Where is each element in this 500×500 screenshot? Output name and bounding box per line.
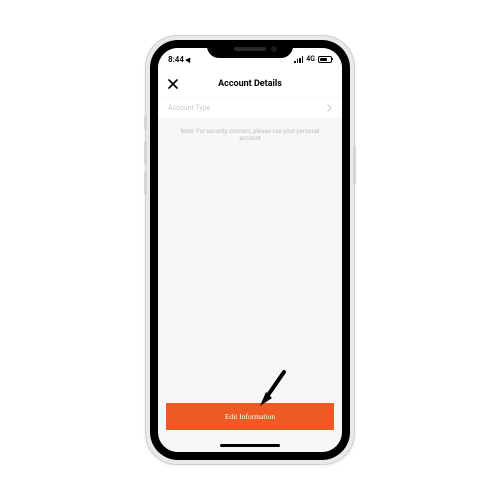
nav-bar: Account Details bbox=[158, 70, 342, 98]
home-indicator-area bbox=[158, 438, 342, 452]
volume-down bbox=[144, 171, 147, 195]
notch bbox=[207, 40, 293, 58]
account-type-label: Account Type bbox=[168, 104, 210, 112]
page-title: Account Details bbox=[158, 79, 342, 89]
volume-up bbox=[144, 141, 147, 165]
close-icon bbox=[168, 79, 178, 89]
note-area: Note: For security concern, please use y… bbox=[158, 118, 342, 152]
security-note: Note: For security concern, please use y… bbox=[170, 128, 330, 142]
phone-mockup: 8:44 4G Account Details bbox=[145, 35, 355, 465]
chevron-right-icon bbox=[327, 104, 332, 112]
speaker bbox=[234, 47, 266, 51]
signal-icon bbox=[294, 56, 303, 63]
account-type-row[interactable]: Account Type bbox=[158, 98, 342, 118]
network-type: 4G bbox=[306, 55, 315, 63]
content-spacer bbox=[158, 152, 342, 395]
cta-container: Edit Information bbox=[158, 395, 342, 438]
status-time: 8:44 bbox=[168, 55, 184, 64]
power-button bbox=[353, 146, 356, 184]
battery-icon bbox=[318, 56, 332, 63]
location-icon bbox=[185, 55, 193, 63]
mute-switch bbox=[144, 116, 147, 130]
edit-information-button[interactable]: Edit Information bbox=[166, 403, 334, 430]
phone-bezel: 8:44 4G Account Details bbox=[150, 40, 350, 460]
home-indicator[interactable] bbox=[220, 444, 280, 447]
front-camera bbox=[271, 46, 277, 52]
screen: 8:44 4G Account Details bbox=[158, 48, 342, 452]
close-button[interactable] bbox=[166, 77, 180, 91]
